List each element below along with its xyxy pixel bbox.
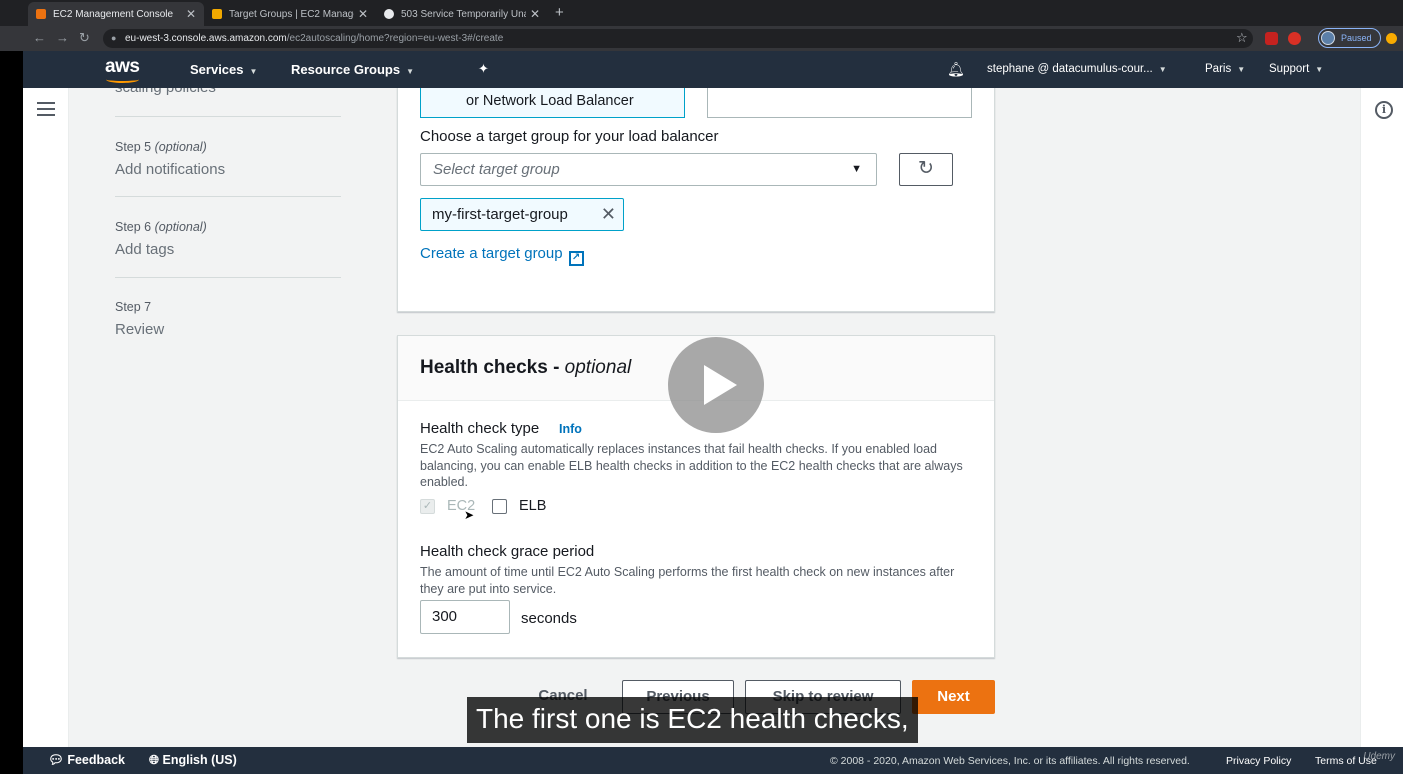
step-6-label: Step 6 (optional) [115,220,207,234]
pin-icon[interactable]: ✦ [478,61,489,77]
chevron-down-icon: ▼ [249,67,258,76]
browser-tab-bar: EC2 Management Console ✕ Target Groups |… [0,0,1403,26]
selected-target-group-token: my-first-target-group ✕ [420,198,624,231]
step-6-name[interactable]: Add tags [115,241,174,258]
refresh-icon: ↻ [918,158,934,179]
hamburger-menu-icon[interactable] [37,102,55,120]
globe-favicon-icon [384,9,394,19]
feedback-bubble-icon: 💬︎ [48,753,68,767]
url-host: eu-west-3.console.aws.amazon.com [125,33,287,44]
chevron-down-icon: ▼ [1315,65,1324,74]
grace-period-input[interactable]: 300 [420,600,510,634]
remove-token-icon[interactable]: ✕ [601,199,616,230]
grace-period-unit: seconds [521,610,577,627]
chevron-down-icon: ▼ [406,67,415,76]
grace-period-description: The amount of time until EC2 Auto Scalin… [420,565,955,596]
browser-tab-ec2-console[interactable]: EC2 Management Console ✕ [28,2,204,26]
browser-tab-target-groups[interactable]: Target Groups | EC2 Manageme ✕ [204,2,376,26]
video-subtitle: The first one is EC2 health checks, [467,697,918,743]
close-tab-icon[interactable]: ✕ [358,7,368,21]
health-check-type-description: EC2 Auto Scaling automatically replaces … [420,442,963,489]
mouse-cursor-icon: ➤ [464,508,475,522]
resource-groups-menu[interactable]: Resource Groups ▼ [291,62,414,77]
elb-checkbox-label[interactable]: ELB [519,498,546,514]
aws-top-nav: aws Services ▼ Resource Groups ▼ ✦ 🔔︎ step… [23,51,1403,88]
grace-period-label: Health check grace period [420,543,595,560]
network-load-balancer-tile[interactable]: or Network Load Balancer [420,88,685,118]
services-menu[interactable]: Services ▼ [190,62,257,77]
close-tab-icon[interactable]: ✕ [530,7,540,21]
privacy-policy-link[interactable]: Privacy Policy [1226,755,1291,767]
step-7-name: Review [115,321,165,338]
reload-icon[interactable]: ↻ [79,30,90,46]
step-5-name[interactable]: Add notifications [115,161,225,178]
step-7-label: Step 7 [115,300,152,314]
target-group-select[interactable]: Select target group ▼ [420,153,877,186]
chevron-down-icon: ▼ [1237,65,1246,74]
forward-arrow-icon[interactable]: → [56,30,69,45]
globe-icon: 🌐︎ [149,753,163,767]
chevron-down-icon: ▼ [1158,65,1167,74]
browser-address-bar: ← → ↻ ● eu-west-3.console.aws.amazon.com… [0,26,1403,51]
refresh-button[interactable]: ↻ [899,153,953,186]
step-4-name[interactable]: scaling policies [115,88,216,96]
url-field[interactable]: ● eu-west-3.console.aws.amazon.com/ec2au… [103,29,1253,48]
extension-icon[interactable] [1386,33,1397,44]
info-link[interactable]: Info [559,422,582,436]
health-check-type-label: Health check type [420,420,540,437]
copyright-text: © 2008 - 2020, Amazon Web Services, Inc.… [830,755,1190,767]
divider [115,196,341,197]
side-navigation-rail [23,88,69,747]
video-play-button[interactable] [668,337,764,433]
aws-favicon-icon [212,9,222,19]
health-checks-title: Health checks - optional [420,357,632,378]
new-tab-icon[interactable]: + [555,4,564,21]
bookmark-star-icon[interactable]: ☆ [1236,30,1248,46]
account-menu[interactable]: stephane @ datacumulus-cour... ▼ [987,63,1167,75]
aws-smile-icon [106,76,139,83]
help-panel-rail: i [1360,88,1403,747]
profile-avatar-icon [1321,31,1335,45]
feedback-link[interactable]: 💬︎ Feedback [48,753,125,768]
lock-icon: ● [111,33,117,43]
load-balancer-option-tile[interactable] [707,88,972,118]
udemy-watermark: Udemy [1363,751,1395,762]
extension-icon[interactable] [1288,32,1301,45]
browser-tab-503[interactable]: 503 Service Temporarily Unavail ✕ [376,2,548,26]
profile-paused-button[interactable]: Paused [1318,28,1381,48]
info-circle-icon[interactable]: i [1375,101,1393,119]
divider [115,116,341,117]
extension-icon[interactable] [1265,32,1278,45]
region-menu[interactable]: Paris ▼ [1205,63,1245,75]
caret-down-icon: ▼ [851,163,862,175]
support-menu[interactable]: Support ▼ [1269,63,1323,75]
create-target-group-link[interactable]: Create a target group ↗ [420,245,584,266]
close-tab-icon[interactable]: ✕ [186,7,196,21]
url-path: /ec2autoscaling/home?region=eu-west-3#/c… [286,33,504,44]
load-balancing-panel: or Network Load Balancer Choose a target… [397,88,995,312]
console-footer: 💬︎ Feedback 🌐︎ English (US) © 2008 - 202… [23,747,1403,774]
divider [115,277,341,278]
ec2-checkbox[interactable]: ✓ [420,499,435,514]
language-selector[interactable]: 🌐︎ English (US) [149,753,237,768]
step-5-label: Step 5 (optional) [115,140,207,154]
external-link-icon: ↗ [568,251,584,266]
aws-logo[interactable]: aws [105,56,140,83]
bell-icon[interactable]: 🔔︎ [947,61,965,78]
play-icon [704,365,737,405]
next-button[interactable]: Next [912,680,995,714]
elb-checkbox[interactable] [492,499,507,514]
aws-favicon-icon [36,9,46,19]
target-group-label: Choose a target group for your load bala… [420,128,719,145]
back-arrow-icon[interactable]: ← [33,30,46,45]
